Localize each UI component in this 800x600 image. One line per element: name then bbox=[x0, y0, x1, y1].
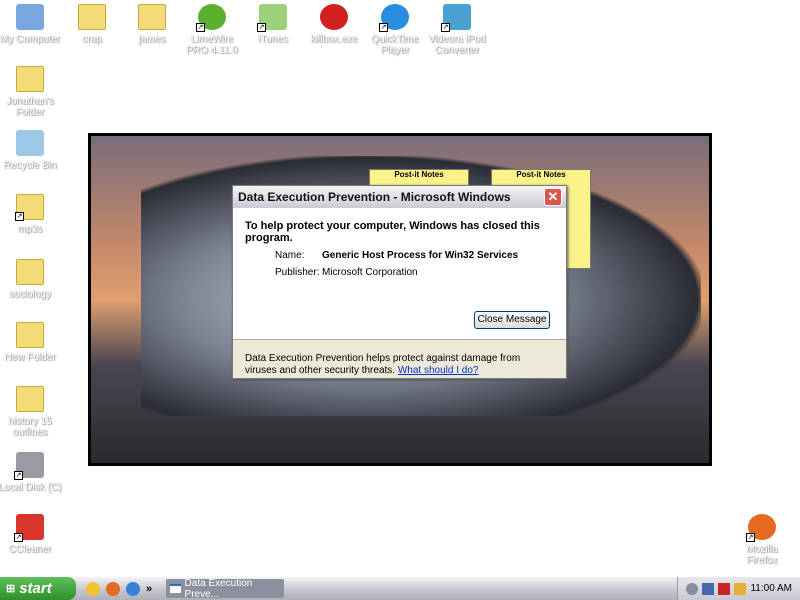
desktop-icon[interactable]: Jonathan's Folder bbox=[0, 66, 62, 118]
limewire-icon: ↗ bbox=[196, 4, 226, 32]
computer-icon bbox=[16, 4, 44, 30]
desktop-icon[interactable]: Recycle Bin bbox=[0, 130, 62, 171]
dialog-title: Data Execution Prevention - Microsoft Wi… bbox=[238, 190, 511, 204]
folder-icon bbox=[16, 322, 44, 348]
name-label: Name: bbox=[275, 250, 305, 261]
close-message-button[interactable]: Close Message bbox=[474, 311, 550, 329]
folder-icon bbox=[16, 259, 44, 285]
desktop-icon-label: Mozilla Firefox bbox=[746, 544, 778, 566]
start-label: start bbox=[19, 580, 52, 597]
drive-icon: ↗ bbox=[14, 452, 44, 480]
desktop-icon-label: crap bbox=[82, 34, 102, 45]
firefox-icon: ↗ bbox=[746, 514, 776, 542]
desktop-icon-label: james bbox=[138, 34, 166, 45]
desktop-icon-label: sociology bbox=[9, 289, 51, 300]
start-button[interactable]: ⊞ start bbox=[0, 577, 76, 600]
desktop-icon[interactable]: ↗ mp3s bbox=[0, 194, 62, 235]
tray-app-icon[interactable] bbox=[734, 582, 747, 595]
dialog-title-bar[interactable]: Data Execution Prevention - Microsoft Wi… bbox=[233, 186, 566, 208]
error-icon bbox=[320, 4, 348, 30]
publisher-value: Microsoft Corporation bbox=[322, 267, 418, 278]
publisher-label: Publisher: bbox=[275, 267, 320, 278]
close-icon[interactable]: ✕ bbox=[544, 188, 562, 206]
shortcut-arrow-icon: ↗ bbox=[196, 23, 205, 32]
shortcut-arrow-icon: ↗ bbox=[257, 23, 266, 32]
shortcut-arrow-icon: ↗ bbox=[379, 23, 388, 32]
windows-logo-icon: ⊞ bbox=[6, 583, 16, 595]
firefox-icon[interactable] bbox=[106, 581, 120, 596]
desktop-icon-label: New Folder bbox=[4, 352, 56, 363]
dep-dialog: Data Execution Prevention - Microsoft Wi… bbox=[232, 185, 567, 379]
desktop-icon[interactable]: ↗ iTunes bbox=[241, 4, 305, 45]
desktop-icon[interactable]: ↗ Local Disk (C) bbox=[0, 452, 62, 493]
folder-icon: ↗ bbox=[15, 194, 44, 221]
desktop-icon-label: history 15 outlines bbox=[8, 416, 52, 438]
folder-icon bbox=[16, 386, 44, 412]
desktop-icon-label: CCleaner bbox=[8, 544, 52, 555]
desktop-icon-label: killbox.exe bbox=[310, 34, 358, 45]
dialog-heading: To help protect your computer, Windows h… bbox=[245, 220, 540, 244]
quicktime-icon: ↗ bbox=[379, 4, 409, 32]
taskbar: ⊞ start » Data Execution Preve... 11:00 A… bbox=[0, 577, 800, 600]
quicklaunch-more-button[interactable]: » bbox=[146, 583, 152, 595]
window-icon bbox=[170, 584, 181, 593]
desktop-icon[interactable]: New Folder bbox=[0, 322, 62, 363]
desktop-icon-label: QuickTime Player bbox=[371, 34, 419, 56]
ccleaner-icon: ↗ bbox=[14, 514, 44, 542]
folder-icon bbox=[16, 66, 44, 92]
desktop-icon[interactable]: ↗ Mozilla Firefox bbox=[730, 514, 794, 566]
zonealarm-icon[interactable] bbox=[718, 582, 731, 595]
folder-icon bbox=[138, 4, 166, 30]
desktop-icon-label: LimeWire PRO 4.11.0 bbox=[186, 34, 238, 56]
desktop-icon-label: mp3s bbox=[17, 224, 43, 235]
desktop-icon-label: Videora iPod Converter bbox=[428, 34, 486, 56]
clock[interactable]: 11:00 AM bbox=[750, 583, 792, 594]
tray-expand-icon[interactable] bbox=[686, 582, 699, 595]
desktop-icon[interactable]: history 15 outlines bbox=[0, 386, 62, 438]
what-should-i-do-link[interactable]: What should I do? bbox=[398, 365, 479, 376]
shortcut-arrow-icon: ↗ bbox=[14, 471, 23, 480]
desktop-icon-label: My Computer bbox=[0, 34, 60, 45]
dep-info-text: Data Execution Prevention helps protect … bbox=[245, 353, 521, 376]
shortcut-arrow-icon: ↗ bbox=[15, 212, 24, 221]
videora-icon: ↗ bbox=[441, 4, 471, 32]
desktop-icon[interactable]: ↗ Videora iPod Converter bbox=[425, 4, 489, 56]
desktop-icon-label: Jonathan's Folder bbox=[5, 96, 55, 118]
system-tray: 11:00 AM bbox=[677, 577, 800, 600]
desktop-icon[interactable]: ↗ LimeWire PRO 4.11.0 bbox=[180, 4, 244, 56]
internet-explorer-icon[interactable] bbox=[126, 581, 140, 596]
desktop-icon[interactable]: sociology bbox=[0, 259, 62, 300]
aim-icon[interactable] bbox=[86, 581, 100, 596]
desktop-icon-label: iTunes bbox=[258, 34, 288, 45]
desktop-icon[interactable]: crap bbox=[60, 4, 124, 45]
desktop-icon[interactable]: ↗ QuickTime Player bbox=[363, 4, 427, 56]
shortcut-arrow-icon: ↗ bbox=[441, 23, 450, 32]
itunes-icon: ↗ bbox=[257, 4, 287, 32]
network-icon[interactable] bbox=[702, 582, 715, 595]
desktop-icon[interactable]: james bbox=[120, 4, 184, 45]
taskbar-item-dep[interactable]: Data Execution Preve... bbox=[166, 577, 285, 600]
name-value: Generic Host Process for Win32 Services bbox=[322, 250, 519, 261]
desktop-icon[interactable]: My Computer bbox=[0, 4, 62, 45]
desktop-icon[interactable]: ↗ CCleaner bbox=[0, 514, 62, 555]
shortcut-arrow-icon: ↗ bbox=[746, 533, 755, 542]
desktop-icon-label: Local Disk (C) bbox=[0, 482, 62, 493]
desktop-icon[interactable]: killbox.exe bbox=[302, 4, 366, 45]
desktop-icon-label: Recycle Bin bbox=[3, 160, 57, 171]
folder-icon bbox=[78, 4, 106, 30]
shortcut-arrow-icon: ↗ bbox=[14, 533, 23, 542]
recycle-bin-icon bbox=[16, 130, 44, 156]
task-label: Data Execution Preve... bbox=[184, 577, 253, 600]
